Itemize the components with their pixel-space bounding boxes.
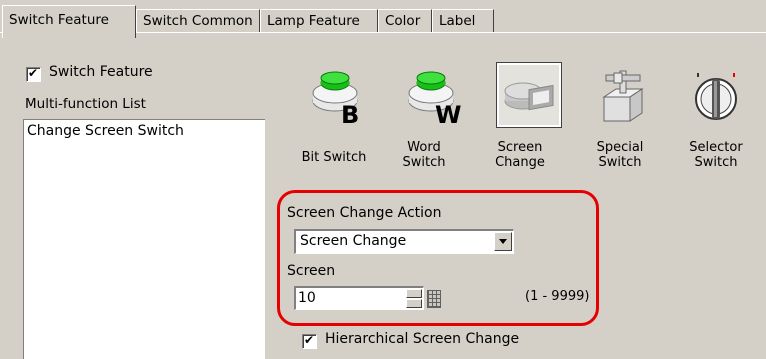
spin-up-icon[interactable]	[406, 289, 422, 298]
tab-switch-feature[interactable]: Switch Feature	[2, 5, 136, 38]
svg-text:W: W	[435, 101, 461, 127]
screen-change-action-value: Screen Change	[300, 233, 407, 249]
tab-lamp-feature[interactable]: Lamp Feature	[260, 9, 378, 33]
selector-switch-label: Selector Switch	[689, 140, 743, 170]
multi-function-list-label: Multi-function List	[25, 96, 146, 112]
special-switch-icon	[602, 70, 644, 122]
screen-number-value: 10	[298, 290, 316, 306]
tab-label[interactable]: Label	[432, 9, 494, 33]
screen-range-label: (1 - 9999)	[525, 289, 590, 304]
screen-number-input[interactable]: 10	[294, 286, 424, 310]
word-switch-button[interactable]: W	[401, 63, 465, 129]
tab-color[interactable]: Color	[378, 9, 432, 33]
tab-bar: Switch Feature Switch Common Lamp Featur…	[0, 0, 766, 38]
screen-change-label: Screen Change	[495, 140, 545, 170]
list-item[interactable]: Change Screen Switch	[27, 123, 184, 139]
special-switch-button[interactable]	[590, 63, 654, 127]
tab-switch-common[interactable]: Switch Common	[136, 9, 260, 33]
word-switch-label: Word Switch	[402, 140, 446, 170]
chevron-down-icon[interactable]	[494, 232, 512, 251]
hierarchical-screen-change-checkbox[interactable]	[302, 332, 317, 349]
screen-label: Screen	[287, 263, 336, 279]
spin-down-icon[interactable]	[406, 299, 422, 308]
bit-switch-icon: B	[312, 71, 359, 129]
screen-change-action-label: Screen Change Action	[287, 205, 442, 221]
screen-change-action-select[interactable]: Screen Change	[294, 229, 514, 254]
switch-feature-label: Switch Feature	[49, 64, 153, 80]
bit-switch-label: Bit Switch	[301, 150, 367, 165]
screen-change-button[interactable]	[496, 62, 562, 128]
bit-switch-button[interactable]: B	[305, 63, 369, 129]
selector-switch-button[interactable]	[686, 63, 750, 127]
keypad-icon[interactable]	[427, 290, 441, 308]
multi-function-listbox[interactable]: Change Screen Switch	[23, 119, 265, 359]
screen-change-icon	[504, 82, 554, 111]
hierarchical-screen-change-label: Hierarchical Screen Change	[325, 331, 520, 347]
word-switch-icon: W	[408, 71, 461, 129]
switch-feature-checkbox[interactable]	[26, 65, 41, 82]
special-switch-label: Special Switch	[596, 140, 644, 170]
selector-switch-icon	[695, 73, 737, 120]
svg-text:B: B	[341, 101, 359, 127]
screen-number-spinner[interactable]	[406, 289, 422, 308]
